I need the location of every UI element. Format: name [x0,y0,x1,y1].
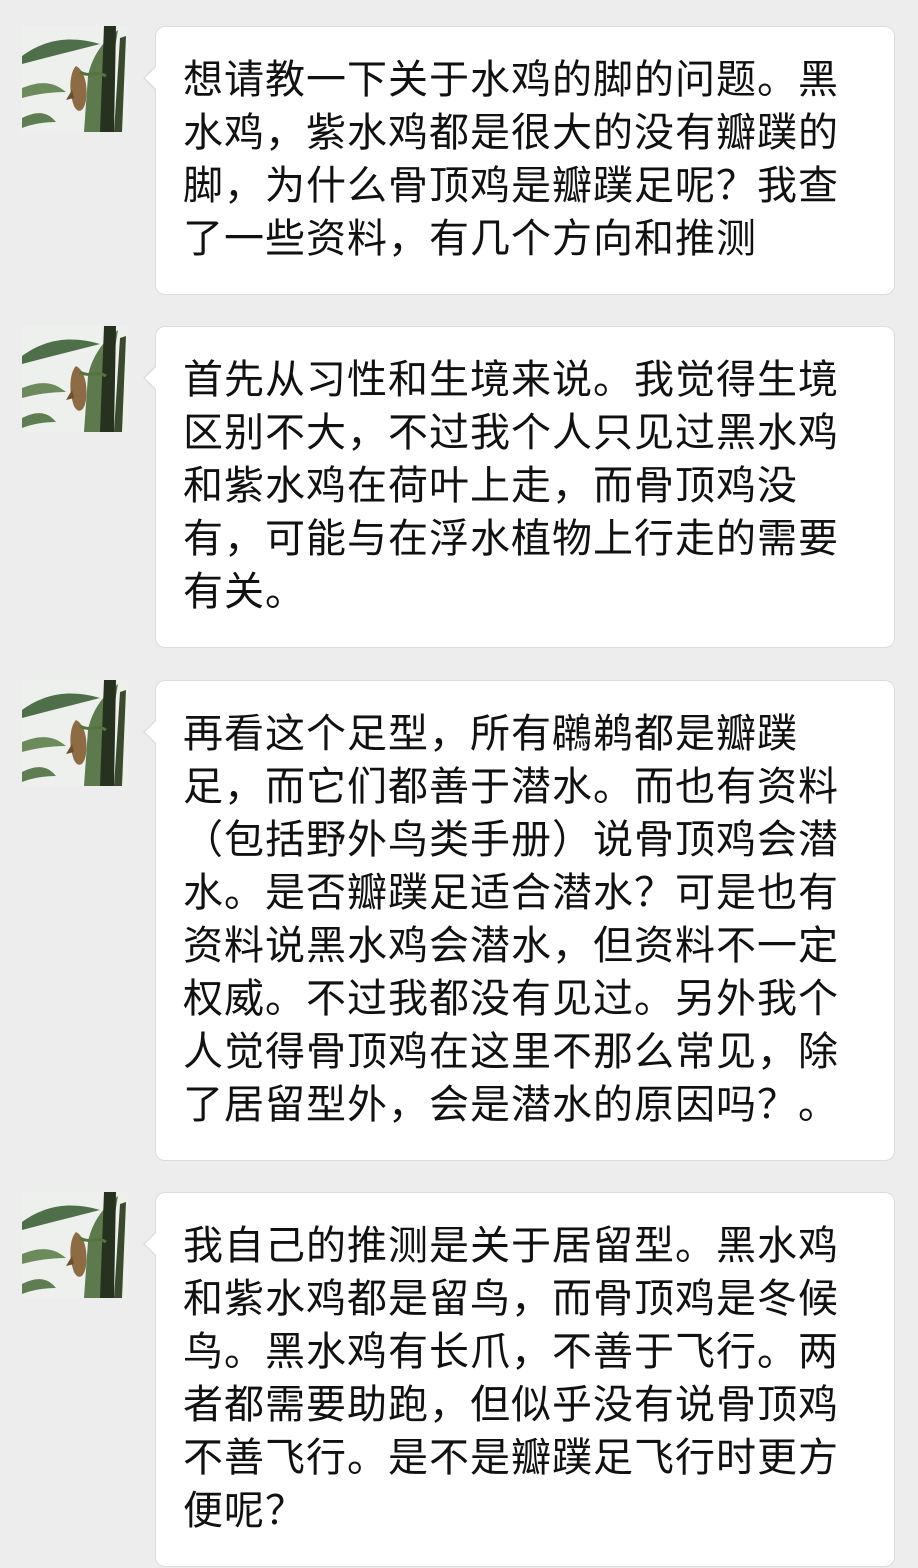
plant-leaf-avatar-icon [22,26,128,132]
message-text: 想请教一下关于水鸡的脚的问题。黑水鸡，紫水鸡都是很大的没有瓣蹼的脚，为什么骨顶鸡… [183,57,839,262]
message-bubble[interactable]: 再看这个足型，所有鸊鹈都是瓣蹼足，而它们都善于潜水。而也有资料（包括野外鸟类手册… [143,680,895,1161]
plant-leaf-avatar-icon [22,1192,128,1298]
message-text: 再看这个足型，所有鸊鹈都是瓣蹼足，而它们都善于潜水。而也有资料（包括野外鸟类手册… [183,711,839,1128]
message-text: 首先从习性和生境来说。我觉得生境区别不大，不过我个人只见过黑水鸡和紫水鸡在荷叶上… [183,357,839,615]
plant-leaf-avatar-icon [22,680,128,786]
message-text: 我自己的推测是关于居留型。黑水鸡和紫水鸡都是留鸟，而骨顶鸡是冬候鸟。黑水鸡有长爪… [183,1223,839,1534]
message-bubble[interactable]: 首先从习性和生境来说。我觉得生境区别不大，不过我个人只见过黑水鸡和紫水鸡在荷叶上… [143,326,895,648]
avatar[interactable] [22,680,128,786]
message-bubble[interactable]: 我自己的推测是关于居留型。黑水鸡和紫水鸡都是留鸟，而骨顶鸡是冬候鸟。黑水鸡有长爪… [143,1192,895,1567]
avatar[interactable] [22,26,128,132]
avatar[interactable] [22,326,128,432]
message-bubble[interactable]: 想请教一下关于水鸡的脚的问题。黑水鸡，紫水鸡都是很大的没有瓣蹼的脚，为什么骨顶鸡… [143,26,895,295]
avatar[interactable] [22,1192,128,1298]
plant-leaf-avatar-icon [22,326,128,432]
